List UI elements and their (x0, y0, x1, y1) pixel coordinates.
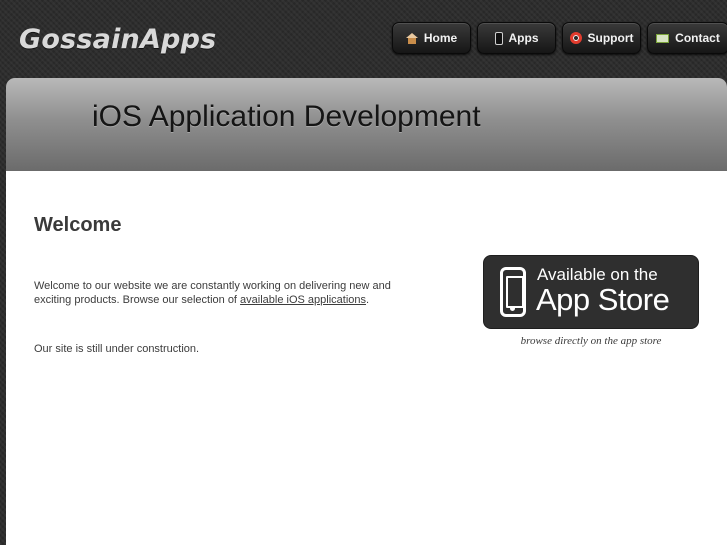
banner-title: iOS Application Development (92, 100, 481, 133)
available-apps-link[interactable]: available iOS applications (240, 294, 366, 306)
nav-contact-button[interactable]: Contact (647, 22, 727, 54)
page-banner: iOS Application Development (6, 78, 727, 171)
nav-support-label: Support (587, 31, 634, 45)
badge-app-store-text: App Store (536, 282, 670, 317)
page-title: Welcome (34, 214, 122, 236)
construction-note: Our site is still under construction. (34, 343, 200, 355)
iphone-icon (500, 267, 526, 317)
app-store-badge[interactable]: Available on the App Store (484, 256, 698, 328)
main-nav: Home Apps Support Contact (392, 22, 727, 54)
mail-icon (656, 33, 670, 43)
phone-icon (494, 31, 503, 45)
nav-home-label: Home (423, 31, 458, 45)
intro-paragraph: Welcome to our website we are constantly… (34, 279, 424, 307)
nav-contact-label: Contact (675, 31, 720, 45)
nav-apps-label: Apps (508, 31, 539, 45)
main-content: Welcome Welcome to our website we are co… (6, 171, 727, 545)
nav-home-button[interactable]: Home (392, 22, 471, 54)
intro-end: . (366, 294, 370, 306)
house-icon (405, 32, 418, 44)
lifebuoy-icon (569, 32, 582, 44)
nav-support-button[interactable]: Support (562, 22, 641, 54)
app-store-caption: browse directly on the app store (520, 335, 662, 347)
site-logo[interactable]: GossainApps (19, 24, 216, 55)
nav-apps-button[interactable]: Apps (477, 22, 556, 54)
